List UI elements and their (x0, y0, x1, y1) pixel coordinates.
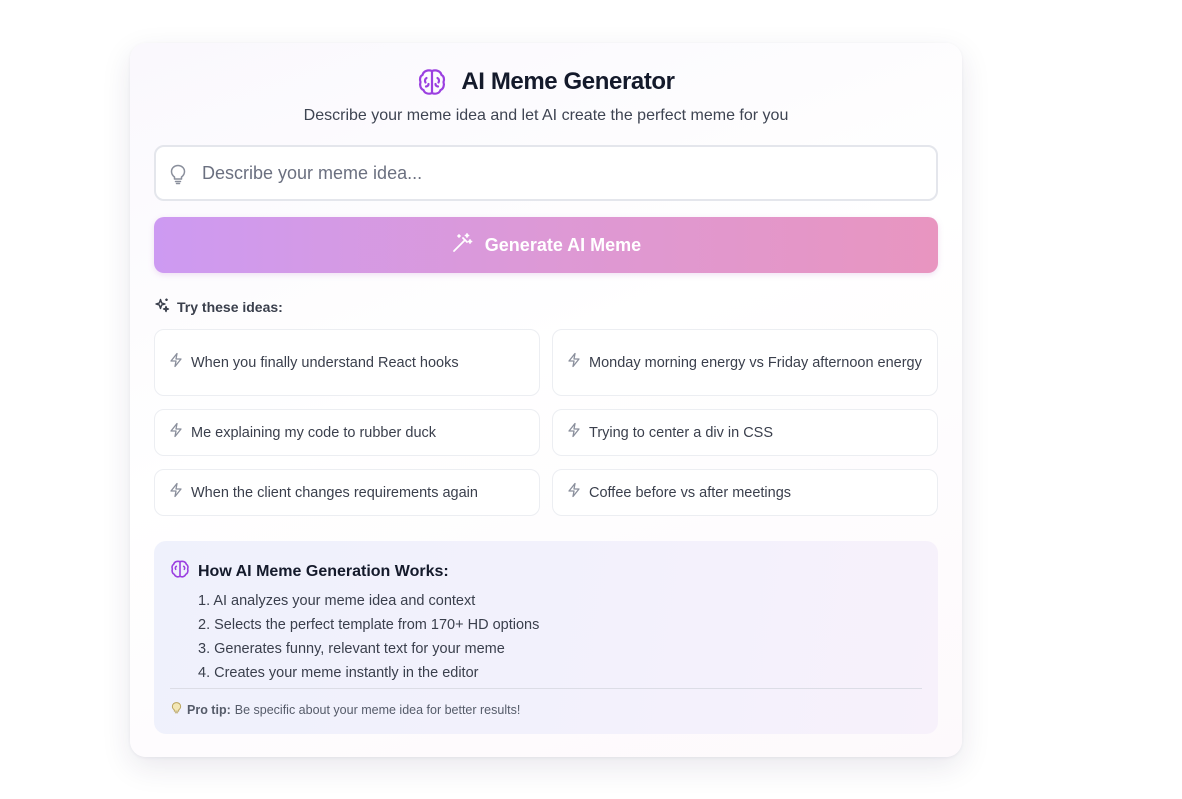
meme-idea-input[interactable] (202, 149, 922, 197)
how-it-works-heading: How AI Meme Generation Works: (170, 559, 449, 584)
idea-chip[interactable]: Me explaining my code to rubber duck (154, 409, 540, 456)
pro-tip-label: Pro tip: (187, 702, 231, 717)
lightning-icon (169, 482, 183, 504)
idea-text: Monday morning energy vs Friday afternoo… (589, 354, 922, 371)
sparkles-icon (154, 297, 170, 316)
page-subtitle: Describe your meme idea and let AI creat… (303, 107, 789, 124)
header: AI Meme Generator (130, 67, 962, 97)
list-item: 2. Selects the perfect template from 170… (198, 617, 540, 633)
brain-icon (417, 67, 447, 97)
idea-text: Coffee before vs after meetings (589, 484, 792, 501)
ideas-label: Try these ideas: (177, 298, 283, 315)
lightning-icon (567, 352, 581, 374)
idea-text: Me explaining my code to rubber duck (191, 424, 437, 441)
meme-generator-card: AI Meme Generator Describe your meme ide… (130, 43, 962, 757)
lightbulb-icon (168, 163, 188, 190)
idea-text: When you finally understand React hooks (191, 354, 459, 371)
list-item: 1. AI analyzes your meme idea and contex… (198, 593, 476, 609)
lightning-icon (567, 482, 581, 504)
idea-chip[interactable]: Coffee before vs after meetings (552, 469, 938, 516)
ideas-heading: Try these ideas: (154, 297, 283, 316)
steps-list: 1. AI analyzes your meme idea and contex… (198, 589, 539, 685)
how-it-works-panel: How AI Meme Generation Works: 1. AI anal… (154, 541, 938, 734)
page-title: AI Meme Generator (461, 68, 675, 95)
idea-chip[interactable]: When the client changes requirements aga… (154, 469, 540, 516)
divider (170, 688, 922, 689)
lightning-icon (169, 352, 183, 374)
list-item: 4. Creates your meme instantly in the ed… (198, 665, 479, 681)
generate-button-label: Generate AI Meme (484, 234, 642, 255)
list-item: 3. Generates funny, relevant text for yo… (198, 641, 505, 657)
lightning-icon (567, 422, 581, 444)
generate-meme-button[interactable]: Generate AI Meme (154, 217, 938, 273)
lightning-icon (169, 422, 183, 444)
pro-tip: Pro tip: Be specific about your meme ide… (170, 701, 520, 718)
idea-chip[interactable]: Monday morning energy vs Friday afternoo… (552, 329, 938, 396)
brain-icon (170, 559, 190, 584)
idea-chip[interactable]: Trying to center a div in CSS (552, 409, 938, 456)
meme-idea-field[interactable] (154, 145, 938, 201)
magic-wand-icon (451, 232, 473, 259)
how-it-works-title: How AI Meme Generation Works: (198, 562, 449, 580)
idea-text: Trying to center a div in CSS (589, 424, 774, 441)
idea-chip[interactable]: When you finally understand React hooks (154, 329, 540, 396)
lightbulb-icon (170, 701, 183, 718)
idea-text: When the client changes requirements aga… (191, 484, 478, 501)
pro-tip-text: Be specific about your meme idea for bet… (234, 702, 521, 717)
